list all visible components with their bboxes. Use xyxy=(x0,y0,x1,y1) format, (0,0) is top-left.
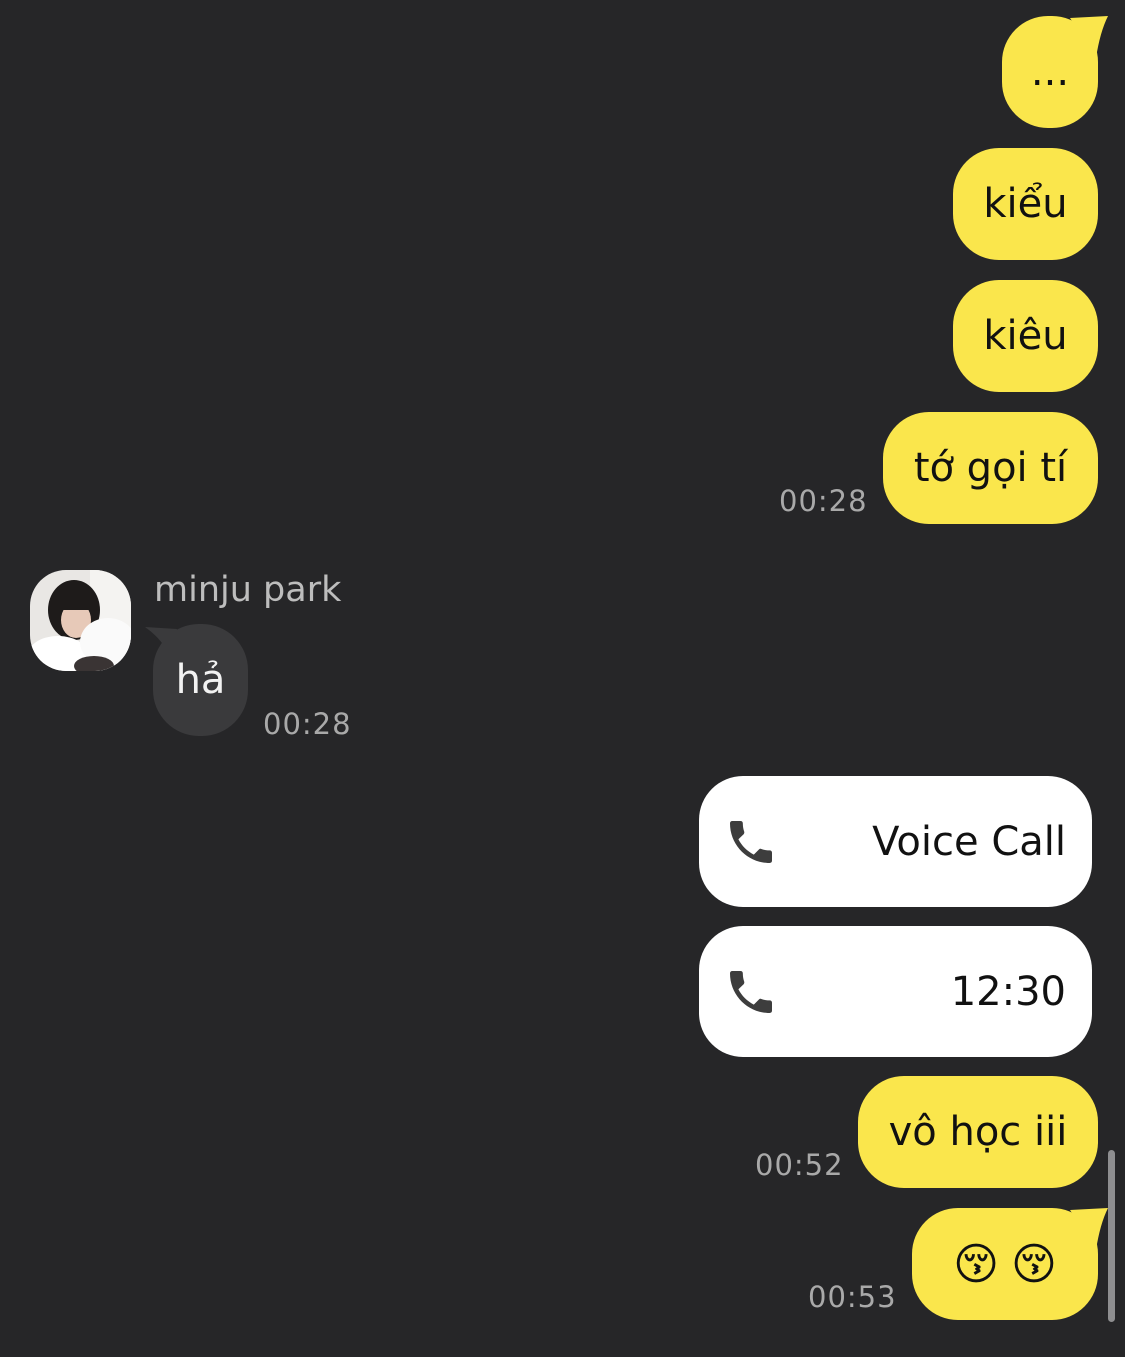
message-text: vô học iii xyxy=(888,1109,1068,1155)
message-text: kiêu xyxy=(983,313,1068,359)
message-timestamp: 00:52 xyxy=(755,1148,844,1182)
phone-icon xyxy=(730,970,772,1013)
kissing-face-icon: 😚 xyxy=(953,1238,999,1290)
bubble-tail xyxy=(1070,1208,1108,1250)
message-bubble[interactable]: kiêu xyxy=(953,280,1098,392)
bubble-tail xyxy=(1070,16,1108,58)
message-bubble[interactable]: kiểu xyxy=(953,148,1098,260)
message-text: ... xyxy=(1030,49,1070,95)
message-text: kiểu xyxy=(983,181,1068,227)
phone-icon xyxy=(730,820,772,863)
kissing-face-icon: 😚 xyxy=(1011,1238,1057,1290)
contact-avatar[interactable] xyxy=(30,570,131,671)
scrollbar-thumb[interactable] xyxy=(1108,1150,1115,1322)
message-bubble[interactable]: hả xyxy=(153,624,248,736)
call-label: Voice Call xyxy=(872,818,1066,865)
message-timestamp: 00:28 xyxy=(779,484,868,518)
avatar-image xyxy=(30,570,131,671)
message-text: tớ gọi tí xyxy=(913,445,1068,491)
sender-name: minju park xyxy=(154,570,342,610)
call-duration: 12:30 xyxy=(950,968,1066,1015)
voice-call-card[interactable]: Voice Call xyxy=(699,776,1092,907)
voice-call-card[interactable]: 12:30 xyxy=(699,926,1092,1057)
message-timestamp: 00:28 xyxy=(263,707,352,741)
message-timestamp: 00:53 xyxy=(808,1280,897,1314)
message-text: hả xyxy=(175,657,226,703)
message-bubble[interactable]: tớ gọi tí xyxy=(883,412,1098,524)
message-bubble[interactable]: vô học iii xyxy=(858,1076,1098,1188)
